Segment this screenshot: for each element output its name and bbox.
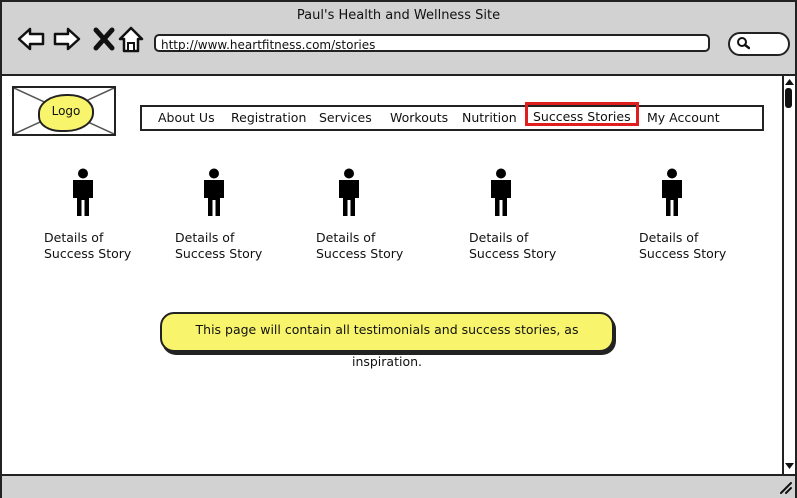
story-caption-line: Details of — [175, 230, 235, 245]
story-caption: Details of Success Story — [639, 230, 726, 262]
story-caption-line: Success Story — [44, 246, 132, 261]
vertical-scrollbar[interactable] — [782, 76, 795, 474]
forward-arrow-icon[interactable] — [52, 24, 82, 54]
browser-chrome: Paul's Health and Wellness Site http://w… — [2, 2, 795, 76]
nav-item-success-stories[interactable]: Success Stories — [525, 102, 639, 126]
person-icon — [204, 168, 224, 216]
nav-item-nutrition[interactable]: Nutrition — [462, 107, 517, 129]
back-arrow-icon[interactable] — [16, 24, 46, 54]
story-caption-line: Details of — [44, 230, 104, 245]
logo: Logo — [38, 94, 94, 132]
story-caption: Details of Success Story — [316, 230, 403, 262]
nav-item-my-account[interactable]: My Account — [647, 107, 720, 129]
person-icon — [662, 168, 682, 216]
story-caption: Details of Success Story — [175, 230, 262, 262]
story-caption: Details of Success Story — [44, 230, 131, 262]
nav-item-about-us[interactable]: About Us — [158, 107, 215, 129]
main-nav: About Us Registration Services Workouts … — [140, 102, 764, 131]
window-title: Paul's Health and Wellness Site — [296, 8, 501, 23]
home-icon[interactable] — [116, 24, 146, 54]
resize-grip-icon[interactable] — [778, 480, 792, 494]
status-bar — [2, 474, 795, 498]
browser-window: Paul's Health and Wellness Site http://w… — [0, 0, 797, 498]
scroll-down-icon[interactable] — [784, 462, 795, 470]
story-caption-line: Success Story — [469, 246, 557, 261]
person-icon — [491, 168, 511, 216]
page-content: Logo About Us Registration Services Work… — [2, 76, 782, 474]
nav-item-registration[interactable]: Registration — [231, 107, 306, 129]
story-caption-line: Success Story — [639, 246, 727, 261]
story-caption: Details of Success Story — [469, 230, 556, 262]
person-icon — [339, 168, 359, 216]
scroll-up-icon[interactable] — [784, 78, 795, 86]
person-icon — [73, 168, 93, 216]
story-caption-line: Success Story — [316, 246, 404, 261]
logo-placeholder[interactable]: Logo — [12, 86, 116, 136]
address-bar[interactable]: http://www.heartfitness.com/stories — [154, 34, 710, 52]
scrollbar-thumb[interactable] — [785, 88, 792, 108]
sticky-note: This page will contain all testimonials … — [160, 312, 614, 369]
search-box[interactable] — [728, 32, 790, 56]
story-caption-line: Details of — [639, 230, 699, 245]
story-caption-line: Details of — [316, 230, 376, 245]
story-caption-line: Success Story — [175, 246, 263, 261]
nav-item-workouts[interactable]: Workouts — [390, 107, 448, 129]
nav-item-services[interactable]: Services — [319, 107, 372, 129]
story-caption-line: Details of — [469, 230, 529, 245]
search-icon — [737, 37, 750, 50]
